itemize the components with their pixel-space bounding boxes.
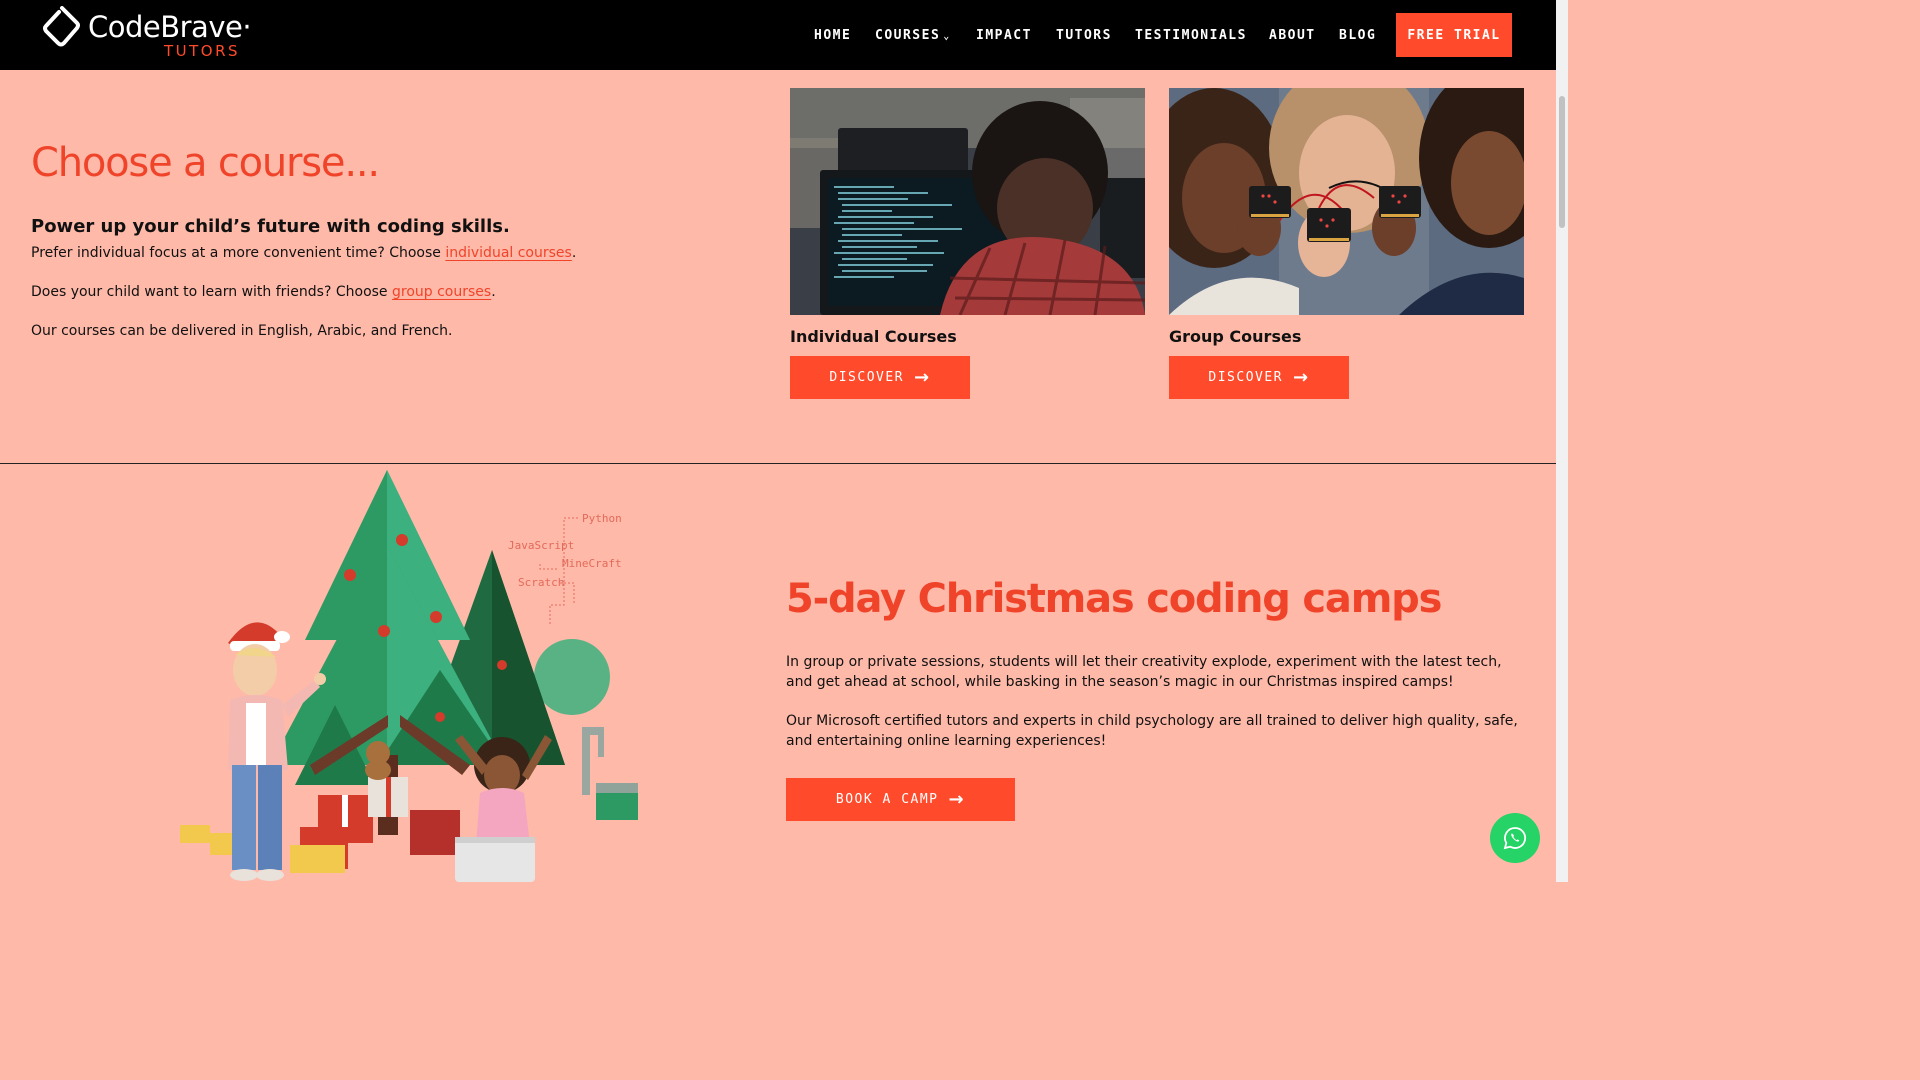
- arrow-right-icon: →: [948, 789, 966, 810]
- book-camp-label: BOOK A CAMP: [835, 792, 939, 807]
- nav-courses-label: COURSES: [875, 28, 941, 43]
- logo-name: CodeBrave·: [88, 10, 252, 44]
- camps-description-2: Our Microsoft certified tutors and exper…: [786, 713, 1518, 749]
- scrollbar-thumb[interactable]: [1559, 96, 1565, 228]
- individual-prompt: Prefer individual focus at a more conven…: [31, 245, 446, 261]
- nav-testimonials[interactable]: TESTIMONIALS: [1135, 28, 1247, 43]
- nav-impact[interactable]: IMPACT: [976, 28, 1032, 43]
- individual-courses-title: Individual Courses: [790, 327, 957, 346]
- arrow-right-icon: →: [914, 367, 931, 388]
- section-divider: [0, 463, 1556, 464]
- whatsapp-icon: [1503, 827, 1527, 850]
- courses-lead: Power up your child’s future with coding…: [31, 216, 510, 237]
- group-discover-label: DISCOVER: [1208, 370, 1284, 385]
- courses-languages-text: Our courses can be delivered in English,…: [31, 323, 453, 339]
- nav-blog[interactable]: BLOG: [1339, 28, 1376, 43]
- individual-courses-image: [790, 88, 1145, 315]
- individual-punct: .: [571, 245, 577, 261]
- nav-tutors[interactable]: TUTORS: [1056, 28, 1112, 43]
- book-camp-button[interactable]: BOOK A CAMP →: [786, 778, 1015, 821]
- nav-courses[interactable]: COURSES ⌄: [875, 28, 951, 43]
- illus-label-scratch: Scratch: [518, 576, 564, 589]
- illus-label-python: Python: [582, 512, 622, 525]
- logo-mark-icon: [43, 6, 80, 47]
- arrow-right-icon: →: [1293, 367, 1310, 388]
- group-courses-link[interactable]: group courses: [392, 284, 491, 300]
- individual-discover-button[interactable]: DISCOVER →: [790, 356, 970, 399]
- camps-description-1: In group or private sessions, students w…: [786, 654, 1502, 690]
- group-courses-image: [1169, 88, 1524, 315]
- nav-about[interactable]: ABOUT: [1269, 28, 1316, 43]
- chevron-down-icon: ⌄: [943, 31, 951, 42]
- free-trial-button[interactable]: FREE TRIAL: [1396, 13, 1512, 57]
- scrollbar[interactable]: [1556, 0, 1568, 882]
- group-punct: .: [491, 284, 496, 300]
- group-prompt: Does your child want to learn with frien…: [31, 284, 392, 300]
- logo[interactable]: CodeBrave· TUTORS: [42, 6, 262, 62]
- illus-label-minecraft: MineCraft: [562, 557, 622, 570]
- camps-title: 5-day Christmas coding camps: [786, 576, 1442, 622]
- site-header: CodeBrave· TUTORS HOME COURSES ⌄ IMPACT T…: [0, 0, 1556, 70]
- individual-discover-label: DISCOVER: [829, 370, 905, 385]
- individual-courses-link[interactable]: individual courses: [445, 245, 572, 261]
- logo-subtitle: TUTORS: [164, 42, 241, 60]
- group-courses-title: Group Courses: [1169, 327, 1302, 346]
- group-discover-button[interactable]: DISCOVER →: [1169, 356, 1349, 399]
- whatsapp-chat-button[interactable]: [1490, 813, 1540, 863]
- courses-title: Choose a course...: [31, 140, 380, 186]
- courses-group-text: Does your child want to learn with frien…: [31, 284, 496, 300]
- courses-individual-text: Prefer individual focus at a more conven…: [31, 245, 576, 261]
- nav-home[interactable]: HOME: [814, 28, 851, 43]
- christmas-camp-illustration: Python JavaScript MineCraft Scratch: [110, 465, 680, 882]
